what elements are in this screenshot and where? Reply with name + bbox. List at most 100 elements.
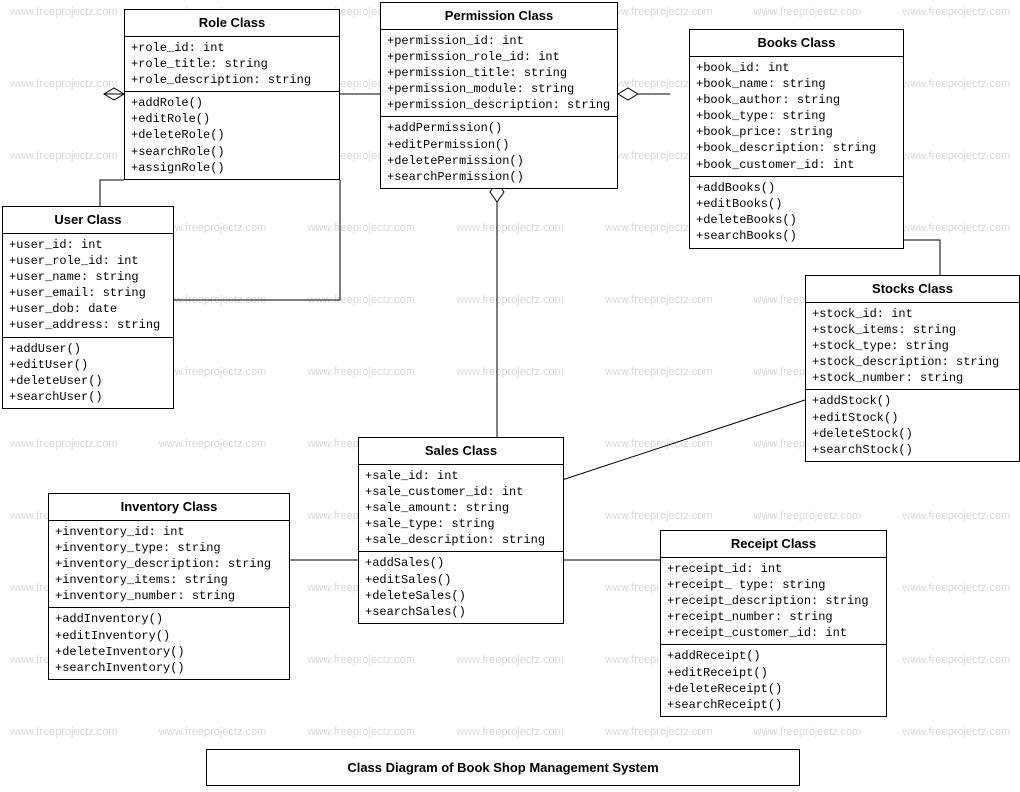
class-line: +user_email: string <box>9 285 167 301</box>
class-line: +book_type: string <box>696 108 897 124</box>
class-line: +receipt_description: string <box>667 593 880 609</box>
class-attrs: +role_id: int+role_title: string+role_de… <box>125 37 339 93</box>
class-line: +deleteRole() <box>131 127 333 143</box>
class-line: +deleteBooks() <box>696 212 897 228</box>
class-line: +deleteReceipt() <box>667 681 880 697</box>
class-line: +editReceipt() <box>667 665 880 681</box>
class-line: +addStock() <box>812 393 1013 409</box>
class-permission: Permission Class +permission_id: int+per… <box>380 2 618 189</box>
class-line: +sale_amount: string <box>365 500 557 516</box>
class-line: +user_dob: date <box>9 301 167 317</box>
class-role: Role Class +role_id: int+role_title: str… <box>124 9 340 180</box>
class-line: +searchInventory() <box>55 660 283 676</box>
class-line: +user_name: string <box>9 269 167 285</box>
class-line: +stock_items: string <box>812 322 1013 338</box>
class-line: +searchPermission() <box>387 169 611 185</box>
class-line: +addUser() <box>9 341 167 357</box>
watermark-text: www.freeprojectz.com <box>159 726 267 738</box>
class-line: +addInventory() <box>55 611 283 627</box>
class-line: +book_author: string <box>696 92 897 108</box>
watermark-text: www.freeprojectz.com <box>754 6 862 18</box>
class-line: +receipt_id: int <box>667 561 880 577</box>
class-line: +deletePermission() <box>387 153 611 169</box>
watermark-text: www.freeprojectz.com <box>307 222 415 234</box>
class-title: Stocks Class <box>806 276 1019 303</box>
uml-canvas: www.freeprojectz.com www.freeprojectz.com… <box>0 0 1020 792</box>
watermark-text: www.freeprojectz.com <box>307 654 415 666</box>
class-line: +assignRole() <box>131 160 333 176</box>
class-inventory: Inventory Class +inventory_id: int+inven… <box>48 493 290 680</box>
class-line: +addReceipt() <box>667 648 880 664</box>
watermark-text: www.freeprojectz.com <box>456 654 564 666</box>
watermark-text: www.freeprojectz.com <box>159 438 267 450</box>
class-line: +receipt_number: string <box>667 609 880 625</box>
class-line: +inventory_id: int <box>55 524 283 540</box>
class-line: +searchStock() <box>812 442 1013 458</box>
watermark-text: www.freeprojectz.com <box>10 6 118 18</box>
class-line: +stock_id: int <box>812 306 1013 322</box>
diagram-title: Class Diagram of Book Shop Management Sy… <box>206 749 800 786</box>
class-line: +role_id: int <box>131 40 333 56</box>
class-line: +user_id: int <box>9 237 167 253</box>
class-ops: +addReceipt()+editReceipt()+deleteReceip… <box>661 645 886 716</box>
class-line: +user_role_id: int <box>9 253 167 269</box>
class-line: +inventory_type: string <box>55 540 283 556</box>
class-line: +sale_type: string <box>365 516 557 532</box>
watermark-text: www.freeprojectz.com <box>10 438 118 450</box>
class-line: +sale_description: string <box>365 532 557 548</box>
watermark-text: www.freeprojectz.com <box>902 78 1010 90</box>
class-line: +permission_title: string <box>387 65 611 81</box>
watermark-text: www.freeprojectz.com <box>605 726 713 738</box>
class-line: +inventory_description: string <box>55 556 283 572</box>
watermark-text: www.freeprojectz.com <box>902 510 1010 522</box>
class-line: +inventory_number: string <box>55 588 283 604</box>
watermark-text: www.freeprojectz.com <box>159 222 267 234</box>
class-receipt: Receipt Class +receipt_id: int+receipt_ … <box>660 530 887 717</box>
class-title: Receipt Class <box>661 531 886 558</box>
class-title: Role Class <box>125 10 339 37</box>
class-line: +editPermission() <box>387 137 611 153</box>
class-line: +stock_type: string <box>812 338 1013 354</box>
watermark-text: www.freeprojectz.com <box>902 150 1010 162</box>
class-line: +searchRole() <box>131 144 333 160</box>
watermark-text: www.freeprojectz.com <box>902 582 1010 594</box>
watermark-text: www.freeprojectz.com <box>754 726 862 738</box>
watermark-text: www.freeprojectz.com <box>902 726 1010 738</box>
class-title: Inventory Class <box>49 494 289 521</box>
class-line: +user_address: string <box>9 317 167 333</box>
class-line: +book_description: string <box>696 140 897 156</box>
class-line: +stock_number: string <box>812 370 1013 386</box>
class-line: +addBooks() <box>696 180 897 196</box>
class-ops: +addRole()+editRole()+deleteRole()+searc… <box>125 92 339 179</box>
class-line: +inventory_items: string <box>55 572 283 588</box>
class-line: +editInventory() <box>55 628 283 644</box>
class-line: +permission_role_id: int <box>387 49 611 65</box>
watermark-text: www.freeprojectz.com <box>605 366 713 378</box>
class-line: +sale_customer_id: int <box>365 484 557 500</box>
class-attrs: +receipt_id: int+receipt_ type: string+r… <box>661 558 886 646</box>
class-title: Books Class <box>690 30 903 57</box>
class-attrs: +permission_id: int+permission_role_id: … <box>381 30 617 118</box>
class-attrs: +user_id: int+user_role_id: int+user_nam… <box>3 234 173 338</box>
class-attrs: +book_id: int+book_name: string+book_aut… <box>690 57 903 177</box>
class-line: +sale_id: int <box>365 468 557 484</box>
watermark-text: www.freeprojectz.com <box>605 6 713 18</box>
class-line: +deleteUser() <box>9 373 167 389</box>
watermark-text: www.freeprojectz.com <box>754 510 862 522</box>
watermark-text: www.freeprojectz.com <box>159 366 267 378</box>
class-line: +editUser() <box>9 357 167 373</box>
class-line: +permission_id: int <box>387 33 611 49</box>
class-line: +receipt_ type: string <box>667 577 880 593</box>
watermark-text: www.freeprojectz.com <box>10 726 118 738</box>
class-line: +addPermission() <box>387 120 611 136</box>
class-line: +searchBooks() <box>696 228 897 244</box>
class-line: +addRole() <box>131 95 333 111</box>
class-attrs: +stock_id: int+stock_items: string+stock… <box>806 303 1019 391</box>
class-line: +addSales() <box>365 555 557 571</box>
watermark-text: www.freeprojectz.com <box>902 222 1010 234</box>
class-line: +deleteStock() <box>812 426 1013 442</box>
watermark-text: www.freeprojectz.com <box>10 78 118 90</box>
class-line: +stock_description: string <box>812 354 1013 370</box>
class-line: +book_id: int <box>696 60 897 76</box>
watermark-text: www.freeprojectz.com <box>605 294 713 306</box>
